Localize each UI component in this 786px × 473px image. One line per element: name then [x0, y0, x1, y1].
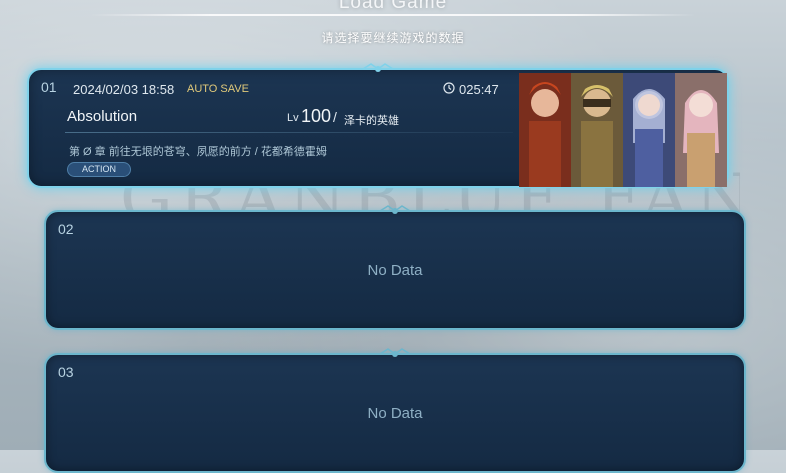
auto-save-label: AUTO SAVE	[187, 83, 249, 95]
info-divider	[65, 132, 513, 133]
clock-icon	[443, 82, 455, 94]
level-value: 100	[301, 106, 332, 126]
page-subtitle: 请选择要继续游戏的数据	[321, 31, 465, 45]
save-slot-03[interactable]: 03 No Data	[44, 348, 746, 473]
no-data-label: No Data	[367, 262, 423, 279]
slot-ornament	[333, 63, 423, 72]
slot-number: 03	[58, 364, 74, 380]
portrait-blonde-masked-warrior	[571, 73, 623, 187]
portrait-silver-haired-draph-girl	[623, 73, 675, 187]
player-title: 泽卡的英雄	[344, 115, 399, 127]
play-time: 025:47	[459, 82, 499, 97]
level-separator: /	[333, 109, 337, 125]
save-slot-01[interactable]: 01 2024/02/03 18:58 AUTO SAVE 025:47 Abs…	[27, 63, 729, 188]
save-name: Absolution	[67, 108, 138, 125]
chapter-location: 第 Ø 章 前往无垠的苍穹、夙愿的前方 / 花都希德霍姆	[69, 146, 327, 158]
header-rule	[90, 14, 696, 16]
portrait-pink-haired-draph-woman	[675, 73, 727, 187]
level-label: Lv	[287, 112, 299, 124]
page-title: Load Game	[338, 0, 448, 13]
portrait-red-haired-swordsman	[519, 73, 571, 187]
save-date: 2024/02/03 18:58	[73, 82, 175, 97]
slot-number: 02	[58, 221, 74, 237]
slot-number: 01	[41, 79, 57, 95]
save-slot-02[interactable]: 02 No Data	[44, 205, 746, 330]
slot-ornament	[350, 205, 440, 214]
slot-ornament	[350, 348, 440, 357]
mode-badge: ACTION	[67, 162, 131, 177]
no-data-label: No Data	[367, 405, 423, 422]
party-portraits	[519, 73, 727, 187]
